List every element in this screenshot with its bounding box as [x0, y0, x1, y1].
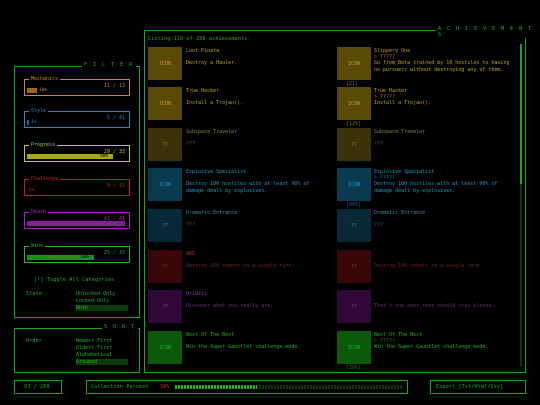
category-count: 25 / 37	[103, 250, 125, 256]
achievement-icon[interactable]: ??	[148, 209, 182, 242]
category-label: Wins	[29, 243, 46, 249]
achievement-count: 93 / 260	[24, 384, 50, 390]
sort-option[interactable]: Oldest First	[76, 345, 128, 351]
achievement-description: Discover what you really are.	[186, 303, 274, 309]
achievement-icon[interactable]: ??	[148, 290, 182, 323]
achievement-description: Install a Trojan().	[186, 100, 244, 106]
sort-panel-title: S O R T	[102, 324, 138, 330]
category-count: 11 / 13	[103, 83, 125, 89]
category-label: Death	[29, 209, 49, 215]
toggle-all-categories[interactable]: [!] Toggle All Categories	[34, 277, 114, 283]
category-filter[interactable]: Death 41 / 41	[24, 209, 130, 229]
achievement-description: ???	[374, 141, 384, 147]
achievement-description: Win the Super Gauntlet challenge mode.	[374, 344, 489, 350]
achievement-name: Dramatic Entrance	[186, 210, 238, 216]
achievement-description: Win the Super Gauntlet challenge mode.	[186, 344, 301, 350]
collection-label: Collection Percent	[91, 384, 149, 390]
category-percent: 10%	[39, 88, 48, 93]
achievement-description: Destroy 100 hostiles with at least 90% o…	[374, 181, 498, 194]
achievement-icon[interactable]: ??	[337, 128, 371, 161]
achievement-icon[interactable]: ICON	[148, 168, 182, 201]
achievement-description: Destroy 100 robots in a single turn.	[186, 263, 295, 269]
category-filter[interactable]: Progress 29 / 33 90%	[24, 142, 130, 162]
sort-option[interactable]: Grouped	[76, 359, 128, 365]
achievement-description: Destroy 100 hostiles with at least 90% o…	[186, 181, 310, 194]
category-percent: 0%	[29, 188, 35, 193]
achievement-name: True Hacker	[186, 88, 220, 94]
category-label: Style	[29, 108, 49, 114]
state-option[interactable]: Locked Only	[76, 298, 128, 304]
achievement-description: Go from Beta trained by 10 hostiles to h…	[374, 60, 510, 73]
category-progress-bar	[27, 221, 125, 226]
achievement-icon[interactable]: ??	[337, 209, 371, 242]
achievement-description: Install a Trojan().	[374, 100, 432, 106]
category-filter[interactable]: Wins 25 / 37 68%	[24, 243, 130, 263]
achievement-name: Oridzis	[186, 291, 208, 297]
category-label: Mechanics	[29, 76, 61, 82]
achievements-scrollbar-thumb[interactable]	[520, 44, 522, 184]
category-filter[interactable]: Style 5 / 41 1%	[24, 108, 130, 128]
achievement-icon[interactable]: ICON	[337, 47, 371, 80]
achievement-progress: [12%]	[346, 121, 362, 127]
collection-percent: 36%	[160, 384, 170, 390]
achievement-icon[interactable]: ICON	[148, 331, 182, 364]
category-count: 5 / 41	[106, 115, 125, 121]
achievement-name: Explosive Specialist	[186, 169, 247, 175]
achievement-icon[interactable]: ??	[337, 250, 371, 283]
achievements-panel-title: A C H I E V E M E N T S	[436, 26, 540, 38]
category-label: Challenge	[29, 176, 61, 182]
achievement-icon[interactable]: ??	[148, 128, 182, 161]
achievement-icon[interactable]: ICON	[337, 168, 371, 201]
filter-panel-title: F I L T E R	[82, 62, 136, 68]
achievement-icon[interactable]: ??	[337, 290, 371, 323]
achievement-name: Best Of The Best	[186, 332, 235, 338]
sort-option[interactable]: Newest First	[76, 338, 128, 344]
achievement-description: ???	[186, 222, 196, 228]
listing-count: Listing 110 of 256 achievements:	[148, 36, 251, 42]
achievement-icon[interactable]: ICON	[337, 87, 371, 120]
achievement-progress: [90%]	[346, 202, 362, 208]
achievements-panel	[144, 30, 526, 373]
category-filter[interactable]: Mechanics 11 / 13 10%	[24, 76, 130, 96]
achievement-name: Loot Pinata	[186, 48, 220, 54]
category-percent: 90%	[100, 154, 109, 159]
achievement-description: That's one door that should stay closed.	[374, 303, 495, 309]
achievement-progress: [20%]	[346, 365, 362, 371]
category-progress-bar	[27, 120, 29, 125]
category-percent: 1%	[31, 120, 37, 125]
category-filter[interactable]: Challenge 0 / 15 0%	[24, 176, 130, 196]
achievement-description: Destroy 100 robots in a single turn.	[374, 263, 483, 269]
achievement-icon[interactable]: ICON	[148, 87, 182, 120]
state-label: State	[26, 291, 43, 297]
achievement-name: Dramatic Entrance	[374, 210, 426, 216]
category-label: Progress	[29, 142, 58, 148]
state-option[interactable]: Unlocked Only	[76, 291, 128, 297]
category-percent: 68%	[81, 255, 90, 260]
sort-option[interactable]: Alphabetical	[76, 352, 128, 358]
state-option[interactable]: Both	[76, 305, 128, 311]
collection-progress-fill	[175, 385, 257, 389]
achievement-description: ???	[186, 141, 196, 147]
achievement-icon[interactable]: ICON	[148, 47, 182, 80]
achievement-name: WRD	[186, 251, 196, 257]
order-label: Order	[26, 338, 43, 344]
category-count: 0 / 15	[106, 183, 125, 189]
achievement-name: Subspace Traveler	[374, 129, 426, 135]
achievement-description: ???	[374, 222, 384, 228]
category-progress-bar	[27, 88, 37, 93]
achievement-icon[interactable]: ??	[148, 250, 182, 283]
achievement-icon[interactable]: ICON	[337, 331, 371, 364]
achievement-description: Destroy a Hauler.	[186, 60, 238, 66]
achievement-name: Subspace Traveler	[186, 129, 238, 135]
export-button[interactable]: Export [Txt/Html/Csv]	[436, 384, 503, 390]
